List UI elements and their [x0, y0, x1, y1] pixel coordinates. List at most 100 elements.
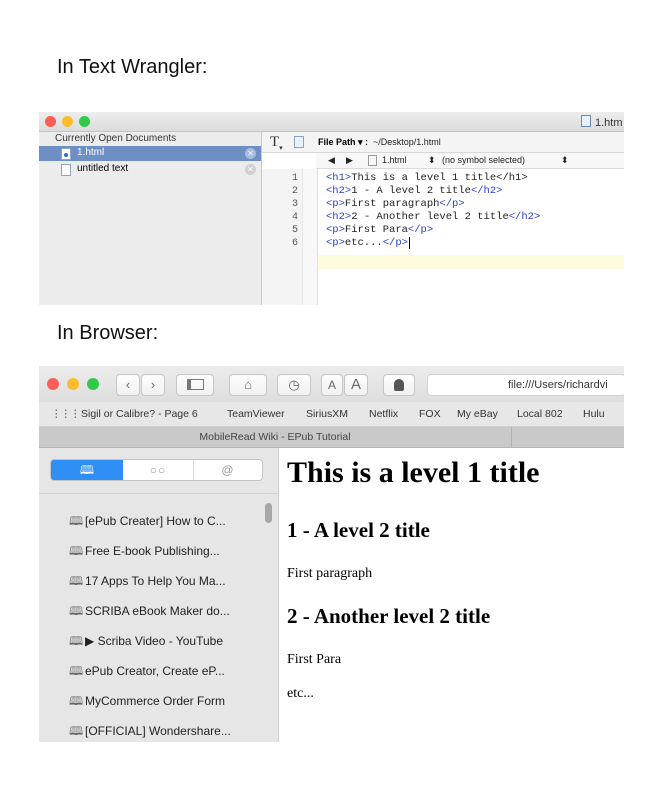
- close-document-icon[interactable]: ✕: [245, 164, 256, 175]
- reading-list-item[interactable]: 🕮 SCRIBA eBook Maker do...: [69, 602, 230, 623]
- code-line[interactable]: <h2>1 - A level 2 title</h2>: [326, 185, 502, 197]
- favorite-link[interactable]: Local 802: [517, 408, 563, 420]
- close-window-icon[interactable]: [45, 116, 56, 127]
- book-icon: 🕮: [69, 664, 84, 678]
- favorite-link[interactable]: Hulu: [583, 408, 605, 420]
- code-line[interactable]: <p>First Para</p>: [326, 224, 433, 236]
- document-label: untitled text: [77, 163, 129, 174]
- favorites-bar: ⋮⋮⋮ Sigil or Calibre? - Page 6 TeamViewe…: [39, 402, 624, 427]
- fold-gutter[interactable]: [302, 169, 317, 305]
- reading-list-item[interactable]: 🕮 [ePub Creater] How to C...: [69, 512, 226, 533]
- favorite-link[interactable]: Sigil or Calibre? - Page 6: [81, 408, 198, 420]
- book-icon: 🕮: [69, 544, 84, 558]
- code-line[interactable]: <p>etc...</p>: [326, 237, 410, 249]
- line-number: 2: [291, 186, 298, 197]
- reading-list-item[interactable]: 🕮 MyCommerce Order Form: [69, 692, 225, 713]
- forward-arrow-icon[interactable]: ▶: [346, 155, 353, 166]
- file-menu-arrows-icon[interactable]: ⬍: [428, 155, 436, 166]
- code-line[interactable]: <h1>This is a level 1 title</h1>: [326, 172, 528, 184]
- symbol-menu-arrows-icon[interactable]: ⬍: [561, 155, 569, 166]
- reading-list-sidebar: 🕮 ○○ @ 🕮 [ePub Creater] How to C... 🕮 Free…: [39, 448, 279, 742]
- reading-list-icon[interactable]: ○○: [123, 460, 194, 480]
- back-arrow-icon[interactable]: ◀: [328, 155, 335, 166]
- sidebar-segmented-control: 🕮 ○○ @: [50, 459, 263, 481]
- caption-browser: In Browser:: [57, 322, 159, 344]
- sidebar-toggle-button[interactable]: [176, 374, 214, 396]
- line-number: 6: [291, 238, 298, 249]
- code-line[interactable]: <p>First paragraph</p>: [326, 198, 465, 210]
- page-heading-level-1: This is a level 1 title: [287, 456, 540, 489]
- book-icon: 🕮: [69, 694, 84, 708]
- textwrangler-window: 1.htm Currently Open Documents 1.html ✕ …: [39, 112, 624, 305]
- font-smaller-button[interactable]: A: [321, 374, 343, 396]
- html-file-icon: [61, 148, 71, 160]
- grid-icon[interactable]: ⋮⋮⋮: [51, 408, 80, 420]
- address-bar[interactable]: file:///Users/richardvi: [427, 374, 624, 396]
- reading-list-item[interactable]: 🕮 [OFFICIAL] Wondershare...: [69, 722, 231, 742]
- code-line[interactable]: <h2>2 - Another level 2 title</h2>: [326, 211, 540, 223]
- home-button[interactable]: ⌂: [229, 374, 267, 396]
- minimize-window-icon[interactable]: [67, 378, 79, 390]
- font-larger-button[interactable]: A: [344, 374, 368, 396]
- caption-textwrangler: In Text Wrangler:: [57, 56, 208, 78]
- forward-button[interactable]: ›: [141, 374, 165, 396]
- reading-list-item[interactable]: 🕮 17 Apps To Help You Ma...: [69, 572, 226, 593]
- document-item-1-html[interactable]: 1.html ✕: [39, 146, 261, 161]
- book-icon: 🕮: [69, 604, 84, 618]
- file-path-value: ~/Desktop/1.html: [373, 137, 441, 147]
- tw-titlebar: 1.htm: [39, 112, 624, 132]
- sidebar-icon: [186, 379, 204, 390]
- ghost-icon: [394, 379, 404, 391]
- history-icon: ◷: [288, 377, 300, 392]
- tab-mobileread-wiki[interactable]: MobileRead Wiki - EPub Tutorial: [39, 427, 512, 447]
- shared-links-icon[interactable]: @: [193, 460, 262, 480]
- file-path-label[interactable]: File Path ▾ :: [318, 137, 368, 148]
- bookmarks-icon[interactable]: 🕮: [51, 460, 123, 480]
- navigation-bar: ◀ ▶ 1.html ⬍ (no symbol selected) ⬍: [316, 153, 624, 169]
- close-document-icon[interactable]: ✕: [245, 148, 256, 159]
- symbol-menu[interactable]: (no symbol selected): [442, 155, 525, 165]
- home-icon: ⌂: [244, 377, 252, 392]
- minimize-window-icon[interactable]: [62, 116, 73, 127]
- favorite-link[interactable]: FOX: [419, 408, 441, 420]
- line-number: 5: [291, 225, 298, 236]
- zoom-window-icon[interactable]: [87, 378, 99, 390]
- book-icon: 🕮: [69, 514, 84, 528]
- book-icon: 🕮: [69, 634, 84, 648]
- line-number: 4: [291, 212, 298, 223]
- editor-toolbar: T▾ File Path ▾ : ~/Desktop/1.html: [262, 132, 624, 153]
- tab-bar: MobileRead Wiki - EPub Tutorial: [39, 427, 624, 448]
- favorite-link[interactable]: TeamViewer: [227, 408, 285, 420]
- url-text: file:///Users/richardvi: [508, 379, 608, 391]
- file-icon: [368, 155, 377, 166]
- text-file-icon: [61, 164, 71, 176]
- document-item-untitled-text[interactable]: untitled text ✕: [39, 162, 261, 177]
- reading-list-item[interactable]: 🕮 ePub Creator, Create eP...: [69, 662, 225, 683]
- favorite-link[interactable]: My eBay: [457, 408, 498, 420]
- sidebar-header: Currently Open Documents: [55, 133, 177, 144]
- html-file-icon: [581, 115, 591, 127]
- page-paragraph-third: etc...: [287, 686, 314, 701]
- favorite-link[interactable]: SiriusXM: [306, 408, 348, 420]
- ghostery-extension-button[interactable]: [383, 374, 415, 396]
- reading-list-item[interactable]: 🕮 ▶ Scriba Video - YouTube: [69, 632, 223, 653]
- history-button[interactable]: ◷: [277, 374, 311, 396]
- file-icon[interactable]: [294, 136, 304, 148]
- text-cursor: [408, 237, 410, 249]
- editor-pane: T▾ File Path ▾ : ~/Desktop/1.html ◀ ▶ 1.…: [262, 132, 624, 305]
- text-options-icon[interactable]: T▾: [270, 134, 283, 152]
- file-menu[interactable]: 1.html: [382, 155, 407, 165]
- page-heading-level-2-second: 2 - Another level 2 title: [287, 604, 491, 628]
- close-window-icon[interactable]: [47, 378, 59, 390]
- reading-list-item[interactable]: 🕮 Free E-book Publishing...: [69, 542, 220, 563]
- sidebar-scrollbar[interactable]: [265, 503, 272, 523]
- page-content: This is a level 1 title 1 - A level 2 ti…: [279, 448, 624, 742]
- page-paragraph-second: First Para: [287, 652, 342, 667]
- back-button[interactable]: ‹: [116, 374, 140, 396]
- favorite-link[interactable]: Netflix: [369, 408, 398, 420]
- book-icon: 🕮: [69, 574, 84, 588]
- page-paragraph-first: First paragraph: [287, 566, 373, 581]
- safari-toolbar: ‹ › ⌂ ◷ A A file:///Users/richardvi: [39, 366, 624, 402]
- line-number: 3: [291, 199, 298, 210]
- zoom-window-icon[interactable]: [79, 116, 90, 127]
